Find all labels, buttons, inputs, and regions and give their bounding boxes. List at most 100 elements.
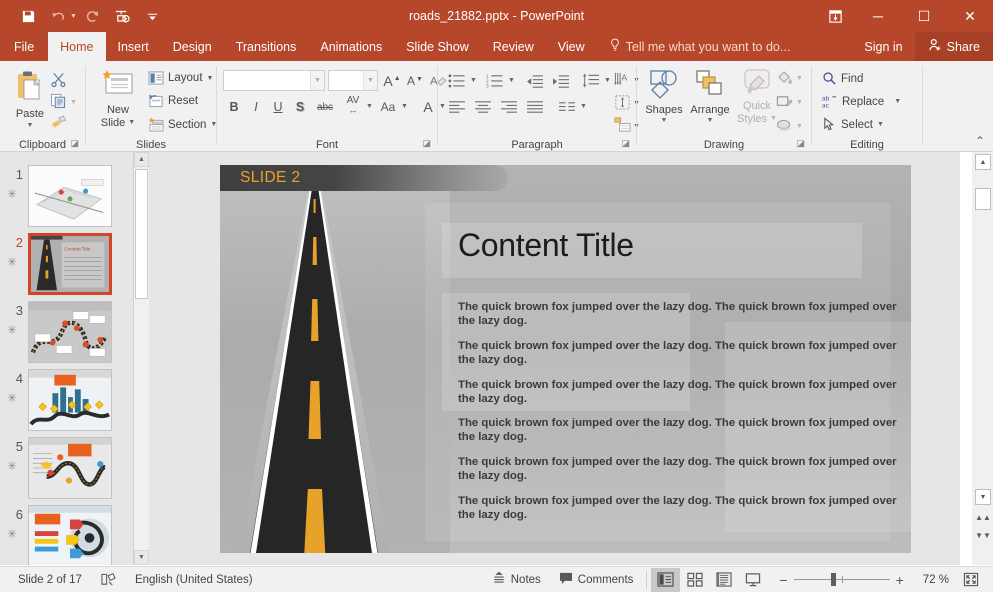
- sign-in-button[interactable]: Sign in: [852, 32, 914, 61]
- reading-view-button[interactable]: [709, 568, 738, 592]
- tab-slide-show[interactable]: Slide Show: [394, 32, 481, 61]
- thumbnail-image[interactable]: [28, 301, 112, 363]
- copy-dropdown-icon[interactable]: ▼: [70, 99, 77, 106]
- bold-button[interactable]: B: [225, 97, 243, 117]
- save-icon[interactable]: [14, 3, 42, 29]
- next-slide-button[interactable]: ▼▼: [975, 528, 991, 542]
- zoom-handle[interactable]: [831, 573, 836, 586]
- numbering-icon[interactable]: 123: [484, 71, 506, 91]
- thumbnail-scroll-up-icon[interactable]: ▲: [134, 152, 149, 167]
- shape-outline-icon[interactable]: [776, 94, 793, 110]
- paragraph-dialog-launcher[interactable]: ◪: [621, 138, 630, 149]
- notes-button[interactable]: Notes: [483, 567, 550, 592]
- thumbnail-image[interactable]: Content Title: [28, 233, 112, 295]
- paste-dropdown-icon[interactable]: ▼: [27, 122, 34, 130]
- character-spacing-button[interactable]: AV ↔: [341, 94, 365, 116]
- thumbnail-slide-3[interactable]: 3 ✳: [0, 301, 133, 369]
- new-slide-button[interactable]: New Slide▼: [92, 69, 144, 129]
- thumbnail-image[interactable]: [28, 369, 112, 431]
- font-size-combobox[interactable]: ▼: [328, 70, 378, 91]
- thumbnail-slide-5[interactable]: 5 ✳: [0, 437, 133, 505]
- tell-me-box[interactable]: Tell me what you want to do...: [597, 32, 791, 61]
- tab-view[interactable]: View: [546, 32, 597, 61]
- arrange-button[interactable]: Arrange ▼: [687, 69, 733, 124]
- shrink-font-button[interactable]: A▼: [405, 71, 425, 91]
- format-painter-icon[interactable]: [50, 115, 68, 131]
- tab-insert[interactable]: Insert: [106, 32, 161, 61]
- thumbnail-slide-1[interactable]: 1 ✳: [0, 165, 133, 233]
- thumbnail-scroll-thumb[interactable]: [135, 169, 148, 299]
- italic-button[interactable]: I: [247, 97, 265, 117]
- zoom-in-button[interactable]: +: [890, 572, 910, 588]
- scroll-down-icon[interactable]: ▼: [975, 489, 991, 505]
- copy-icon[interactable]: [50, 93, 67, 109]
- slide-banner[interactable]: SLIDE 2: [220, 165, 508, 191]
- justify-icon[interactable]: [524, 97, 546, 117]
- convert-to-smartart-icon[interactable]: [614, 117, 631, 133]
- zoom-track[interactable]: [794, 579, 890, 580]
- arrange-dropdown-icon[interactable]: ▼: [707, 117, 714, 125]
- character-spacing-dropdown-icon[interactable]: ▼: [366, 103, 373, 110]
- replace-button[interactable]: abac Replace ▼: [822, 94, 901, 109]
- scroll-thumb[interactable]: [975, 188, 991, 210]
- tab-review[interactable]: Review: [481, 32, 546, 61]
- text-direction-icon[interactable]: A: [614, 71, 631, 88]
- slide-show-button[interactable]: [738, 568, 767, 592]
- slide-sorter-view-button[interactable]: [680, 568, 709, 592]
- thumbnail-scrollbar[interactable]: ▲ ▼: [134, 152, 149, 565]
- start-presentation-icon[interactable]: [109, 3, 137, 29]
- section-button[interactable]: Section ▼: [148, 117, 217, 132]
- new-slide-dropdown-icon[interactable]: ▼: [128, 119, 135, 127]
- underline-button[interactable]: U: [269, 97, 287, 117]
- fit-slide-button[interactable]: [956, 568, 985, 592]
- thumbnail-image[interactable]: [28, 437, 112, 499]
- increase-indent-icon[interactable]: [550, 71, 572, 91]
- language-label[interactable]: English (United States): [126, 567, 262, 592]
- shape-outline-dropdown-icon[interactable]: ▼: [796, 99, 803, 106]
- share-button[interactable]: Share: [915, 32, 993, 61]
- slide-thumbnail-pane[interactable]: 1 ✳ 2 ✳: [0, 152, 133, 565]
- font-size-dropdown-icon[interactable]: ▼: [363, 71, 377, 90]
- thumbnail-image[interactable]: [28, 505, 112, 565]
- customize-qat-icon[interactable]: [139, 3, 167, 29]
- tab-file[interactable]: File: [0, 32, 48, 61]
- clipboard-dialog-launcher[interactable]: ◪: [70, 138, 79, 149]
- zoom-level-label[interactable]: 72 %: [916, 574, 956, 586]
- tab-animations[interactable]: Animations: [308, 32, 394, 61]
- tab-design[interactable]: Design: [161, 32, 224, 61]
- align-left-icon[interactable]: [446, 97, 468, 117]
- strikethrough-button[interactable]: abc: [313, 97, 337, 117]
- select-button[interactable]: Select ▼: [822, 117, 884, 132]
- drawing-dialog-launcher[interactable]: ◪: [796, 138, 805, 149]
- tab-home[interactable]: Home: [48, 32, 105, 61]
- spell-check-icon[interactable]: [91, 567, 126, 592]
- layout-dropdown-icon[interactable]: ▼: [207, 75, 214, 82]
- bullets-icon[interactable]: [446, 71, 468, 91]
- columns-dropdown-icon[interactable]: ▼: [580, 103, 587, 110]
- zoom-out-button[interactable]: −: [773, 572, 793, 588]
- maximize-button[interactable]: ☐: [901, 0, 947, 32]
- change-case-button[interactable]: Aa: [377, 97, 399, 117]
- thumbnail-slide-2[interactable]: 2 ✳ Content Title: [0, 233, 133, 301]
- ribbon-display-options-icon[interactable]: [815, 0, 855, 32]
- undo-dropdown-icon[interactable]: ▼: [70, 13, 77, 20]
- bullets-dropdown-icon[interactable]: ▼: [470, 77, 477, 84]
- slide-title[interactable]: Content Title: [458, 227, 634, 264]
- undo-icon[interactable]: [44, 3, 72, 29]
- thumbnail-scroll-down-icon[interactable]: ▼: [134, 550, 149, 565]
- align-center-icon[interactable]: [472, 97, 494, 117]
- layout-button[interactable]: Layout ▼: [148, 71, 213, 85]
- redo-icon[interactable]: [79, 3, 107, 29]
- change-case-dropdown-icon[interactable]: ▼: [401, 103, 408, 110]
- columns-icon[interactable]: [556, 97, 578, 117]
- previous-slide-button[interactable]: ▲▲: [975, 510, 991, 524]
- thumbnail-slide-6[interactable]: 6 ✳: [0, 505, 133, 565]
- minimize-button[interactable]: ─: [855, 0, 901, 32]
- shape-fill-icon[interactable]: [776, 70, 793, 86]
- replace-dropdown-icon[interactable]: ▼: [894, 98, 901, 105]
- thumbnail-slide-4[interactable]: 4 ✳: [0, 369, 133, 437]
- select-dropdown-icon[interactable]: ▼: [877, 121, 884, 128]
- paste-button[interactable]: Paste ▼: [6, 69, 54, 129]
- shape-effects-dropdown-icon[interactable]: ▼: [796, 123, 803, 130]
- shapes-dropdown-icon[interactable]: ▼: [661, 117, 668, 125]
